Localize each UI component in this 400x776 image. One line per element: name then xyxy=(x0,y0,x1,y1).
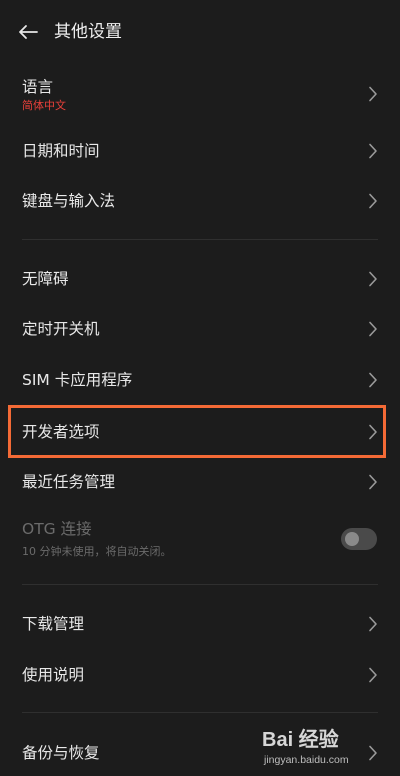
watermark-main: Bai 经验 xyxy=(262,729,339,751)
back-button[interactable] xyxy=(14,18,42,46)
otg-toggle[interactable] xyxy=(341,528,377,550)
chevron-right-icon xyxy=(369,86,377,102)
settings-item-datetime[interactable]: 日期和时间 xyxy=(0,128,400,174)
chevron-right-icon xyxy=(369,372,377,388)
settings-item-accessibility[interactable]: 无障碍 xyxy=(0,256,400,302)
page-title: 其他设置 xyxy=(54,22,122,42)
settings-item-manual-label: 使用说明 xyxy=(22,666,85,684)
settings-item-language[interactable]: 语言 简体中文 xyxy=(0,70,400,126)
settings-item-downloads-label: 下载管理 xyxy=(22,615,85,633)
settings-item-manual[interactable]: 使用说明 xyxy=(0,652,400,698)
chevron-right-icon xyxy=(369,667,377,683)
otg-toggle-knob xyxy=(345,532,359,546)
chevron-right-icon xyxy=(369,143,377,159)
settings-item-backup-label: 备份与恢复 xyxy=(22,744,100,762)
settings-item-otg-description: 10 分钟未使用，将自动关闭。 xyxy=(22,545,172,558)
header-bar: 其他设置 xyxy=(0,0,400,64)
chevron-right-icon xyxy=(369,321,377,337)
section-divider xyxy=(22,584,378,585)
settings-item-downloads[interactable]: 下载管理 xyxy=(0,601,400,647)
settings-item-keyboard-label: 键盘与输入法 xyxy=(22,192,116,210)
settings-item-language-value: 简体中文 xyxy=(22,99,66,112)
watermark-url: jingyan.baidu.com xyxy=(264,754,349,766)
settings-item-recent-tasks-label: 最近任务管理 xyxy=(22,473,116,491)
chevron-right-icon xyxy=(369,424,377,440)
settings-item-keyboard[interactable]: 键盘与输入法 xyxy=(0,178,400,224)
chevron-right-icon xyxy=(369,271,377,287)
settings-item-language-label: 语言 xyxy=(22,78,54,96)
settings-item-accessibility-label: 无障碍 xyxy=(22,270,69,288)
arrow-left-icon xyxy=(19,25,38,39)
chevron-right-icon xyxy=(369,193,377,209)
chevron-right-icon xyxy=(369,616,377,632)
chevron-right-icon xyxy=(369,474,377,490)
settings-item-developer-options-label: 开发者选项 xyxy=(22,423,100,441)
section-divider xyxy=(22,239,378,240)
settings-item-sim-apps[interactable]: SIM 卡应用程序 xyxy=(0,357,400,403)
settings-item-recent-tasks[interactable]: 最近任务管理 xyxy=(0,459,400,505)
settings-item-otg-label: OTG 连接 xyxy=(22,520,92,538)
settings-item-schedule-power[interactable]: 定时开关机 xyxy=(0,306,400,352)
settings-item-schedule-power-label: 定时开关机 xyxy=(22,320,100,338)
section-divider xyxy=(22,712,378,713)
settings-item-sim-apps-label: SIM 卡应用程序 xyxy=(22,371,133,389)
settings-item-otg: OTG 连接 10 分钟未使用，将自动关闭。 xyxy=(0,512,400,570)
baidu-watermark: Bai 经验 jingyan.baidu.com xyxy=(262,728,382,772)
settings-item-datetime-label: 日期和时间 xyxy=(22,142,100,160)
settings-item-developer-options[interactable]: 开发者选项 xyxy=(0,408,400,455)
